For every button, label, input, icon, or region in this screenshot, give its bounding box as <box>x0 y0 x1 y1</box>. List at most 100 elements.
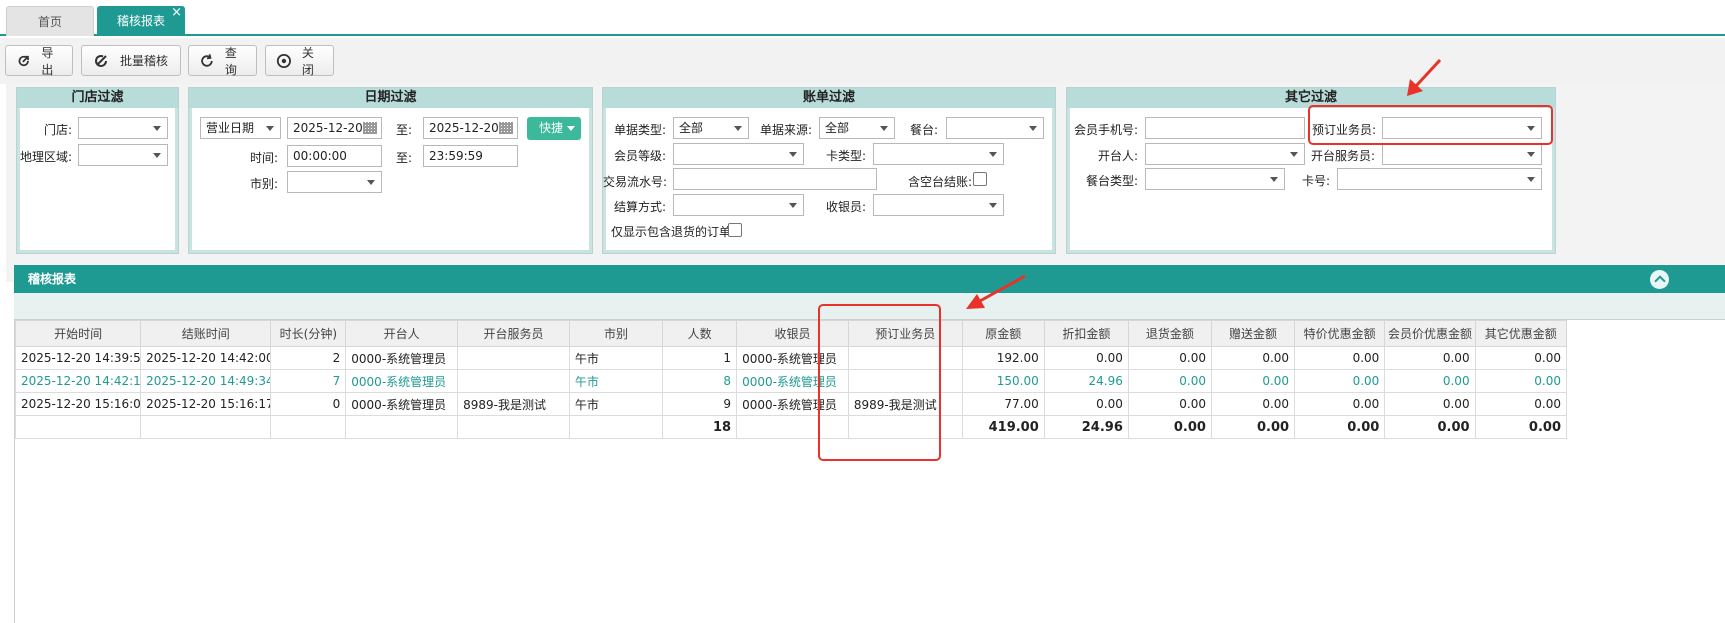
column-header[interactable]: 特价优惠金额 <box>1294 320 1386 347</box>
table-cell: 0.00 <box>1127 392 1212 416</box>
table-row[interactable]: 2025-12-20 15:16:04 2025-12-20 15:16:17 … <box>14 392 1568 416</box>
total-cell <box>140 415 272 439</box>
region-select[interactable] <box>78 144 168 166</box>
close-tab-icon[interactable]: × <box>171 0 182 28</box>
opener-label: 开台人: <box>1097 149 1138 163</box>
table-select[interactable] <box>946 117 1044 139</box>
serial-input[interactable] <box>673 168 877 190</box>
date-to-label: 至: <box>396 123 413 137</box>
refresh-icon <box>201 53 213 67</box>
bill-filter-title: 账单过滤 <box>603 88 1055 108</box>
table-cell: 150.00 <box>961 369 1045 393</box>
member-level-label: 会员等级: <box>614 149 667 163</box>
empty-table-checkbox[interactable] <box>973 172 987 186</box>
column-header[interactable]: 市别 <box>568 320 664 347</box>
column-header[interactable]: 其它优惠金额 <box>1474 320 1568 347</box>
member-phone-input[interactable] <box>1145 117 1305 139</box>
time-to-input[interactable]: 23:59:59 <box>423 145 518 167</box>
report-subbar <box>14 293 1725 320</box>
booking-agent-select[interactable] <box>1382 117 1542 139</box>
chevron-down-icon <box>153 153 161 158</box>
table-header-row: 开始时间 结账时间 时长(分钟) 开台人 开台服务员 市别 人数 收银员 预订业… <box>14 320 1568 347</box>
table-cell: 9 <box>662 392 738 416</box>
total-cell: 0.00 <box>1384 415 1476 439</box>
date-to-input[interactable]: 2025-12-20 <box>423 117 518 139</box>
table-cell: 1 <box>662 346 738 370</box>
column-header[interactable]: 时长(分钟) <box>270 320 347 347</box>
calendar-icon[interactable] <box>363 122 377 134</box>
member-level-select[interactable] <box>673 143 804 165</box>
settle-select[interactable] <box>673 194 804 216</box>
card-type-select[interactable] <box>873 143 1004 165</box>
table-cell: 0.00 <box>1294 369 1386 393</box>
bill-type-label: 单据类型: <box>614 123 667 137</box>
column-header[interactable]: 收银员 <box>736 320 849 347</box>
market-select[interactable] <box>287 171 382 193</box>
table-cell: 0.00 <box>1210 346 1296 370</box>
chevron-down-icon <box>1527 177 1535 182</box>
open-waiter-select[interactable] <box>1382 143 1542 165</box>
quick-date-button[interactable]: 快捷 <box>527 117 581 140</box>
store-filter-box: 门店过滤 <box>16 87 179 254</box>
table-cell: 0 <box>270 392 347 416</box>
table-cell: 192.00 <box>961 346 1045 370</box>
date-from-input[interactable]: 2025-12-20 <box>287 117 382 139</box>
table-cell: 8 <box>662 369 738 393</box>
table-cell: 2025-12-20 14:49:34 <box>140 369 272 393</box>
column-header[interactable]: 人数 <box>662 320 738 347</box>
tab-home[interactable]: 首页 <box>6 6 94 36</box>
column-header[interactable]: 赠送金额 <box>1210 320 1296 347</box>
bill-source-value: 全部 <box>825 121 850 135</box>
store-select[interactable] <box>78 117 168 139</box>
card-no-select[interactable] <box>1337 168 1542 190</box>
settle-label: 结算方式: <box>614 200 667 214</box>
chevron-down-icon <box>734 126 742 131</box>
batch-audit-button[interactable]: 批量稽核 <box>81 45 181 76</box>
table-row[interactable]: 2025-12-20 14:42:15 2025-12-20 14:49:34 … <box>14 369 1568 393</box>
close-button[interactable]: 关闭 <box>265 45 334 77</box>
column-header[interactable]: 会员价优惠金额 <box>1384 320 1476 347</box>
column-header[interactable]: 开始时间 <box>14 320 142 347</box>
bill-type-select[interactable]: 全部 <box>673 117 749 139</box>
table-cell: 午市 <box>568 392 664 416</box>
table-type-select[interactable] <box>1145 168 1285 190</box>
table-cell: 8989-我是测试 <box>847 392 963 416</box>
date-type-select[interactable]: 营业日期 <box>200 117 281 139</box>
calendar-icon[interactable] <box>499 122 513 134</box>
table-cell: 0.00 <box>1210 369 1296 393</box>
column-header[interactable]: 原金额 <box>961 320 1045 347</box>
other-filter-title: 其它过滤 <box>1067 88 1555 108</box>
column-header[interactable]: 开台服务员 <box>457 320 570 347</box>
table-cell: 0.00 <box>1127 369 1212 393</box>
table-cell: 8989-我是测试 <box>457 392 570 416</box>
store-label: 门店: <box>43 123 72 137</box>
query-button[interactable]: 查询 <box>188 45 257 77</box>
table-cell: 24.96 <box>1043 369 1129 393</box>
table-cell: 7 <box>270 369 347 393</box>
bill-source-label: 单据来源: <box>760 123 813 137</box>
report-panel-header: 稽核报表 <box>14 265 1725 293</box>
column-header[interactable]: 结账时间 <box>140 320 272 347</box>
chevron-down-icon <box>567 126 575 131</box>
collapse-panel-icon[interactable] <box>1650 270 1669 289</box>
export-button[interactable]: 导出 <box>5 45 73 77</box>
opener-select[interactable] <box>1145 143 1305 165</box>
table-row[interactable]: 2025-12-20 14:39:56 2025-12-20 14:42:00 … <box>14 346 1568 370</box>
table-cell: 0.00 <box>1043 346 1129 370</box>
tab-audit-report[interactable]: 稽核报表 × <box>97 5 185 36</box>
close-label: 关闭 <box>301 45 314 77</box>
column-header[interactable]: 预订业务员 <box>847 320 963 347</box>
cashier-select[interactable] <box>873 194 1004 216</box>
table-cell: 2 <box>270 346 347 370</box>
column-header[interactable]: 折扣金额 <box>1043 320 1129 347</box>
table-cell <box>847 346 963 370</box>
column-header[interactable]: 退货金额 <box>1127 320 1212 347</box>
chevron-down-icon <box>1029 126 1037 131</box>
bill-source-select[interactable]: 全部 <box>819 117 895 139</box>
time-from-input[interactable]: 00:00:00 <box>287 145 382 167</box>
column-header[interactable]: 开台人 <box>345 320 459 347</box>
total-cell <box>847 415 963 439</box>
return-only-checkbox[interactable] <box>728 223 742 237</box>
total-cell <box>14 415 142 439</box>
table-cell: 0.00 <box>1384 369 1476 393</box>
